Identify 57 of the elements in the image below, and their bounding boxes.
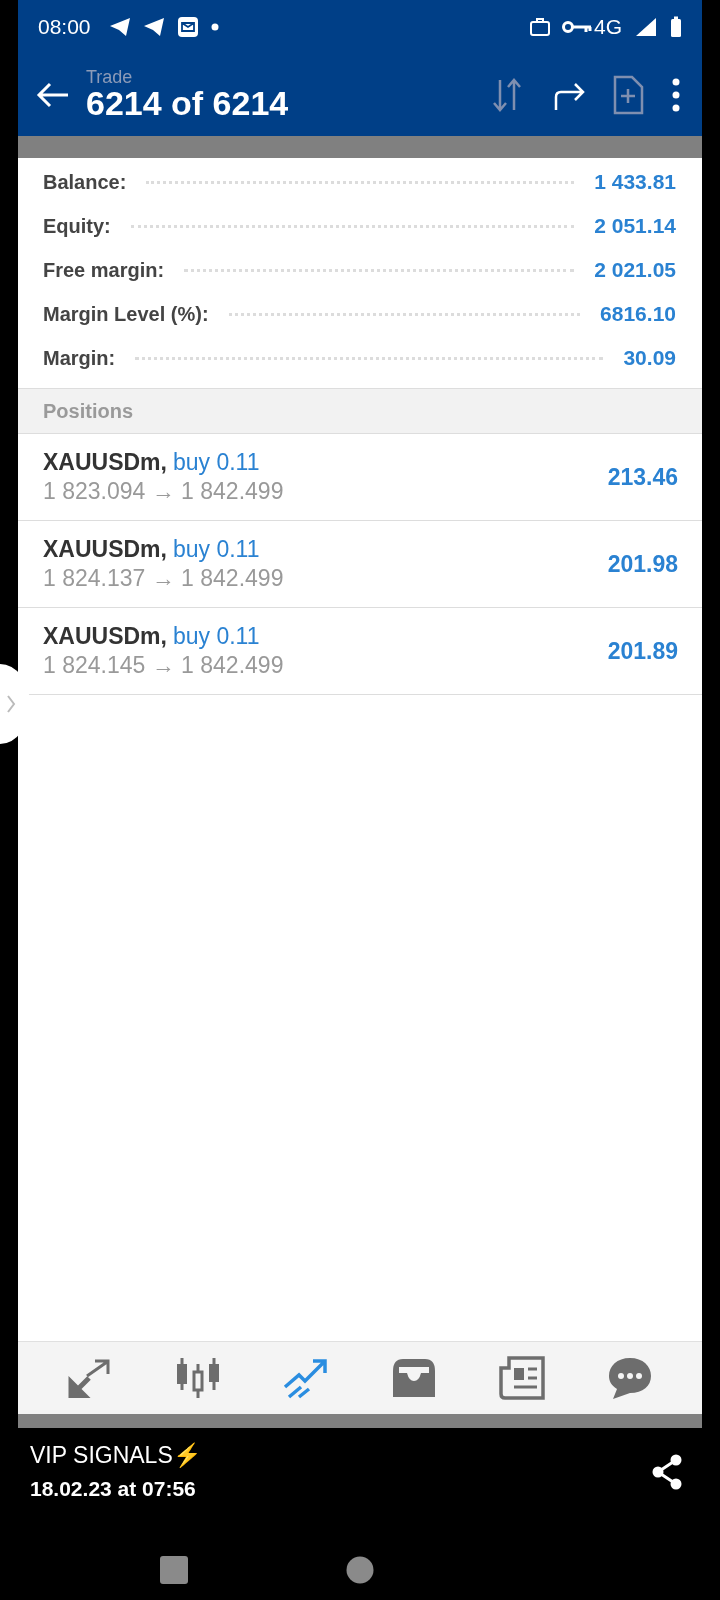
price-range: 1 824.145 → 1 842.499	[43, 652, 285, 679]
position-row[interactable]: XAUUSDm, buy 0.11 1 824.137 → 1 842.499 201.98	[18, 521, 702, 608]
nav-tab[interactable]	[67, 1358, 113, 1398]
nav-tab[interactable]	[391, 1357, 437, 1399]
nav-tab[interactable]	[283, 1357, 329, 1399]
account-value: 2 021.05	[594, 258, 676, 282]
nav-tab[interactable]	[175, 1356, 221, 1400]
account-label: Balance:	[43, 170, 127, 194]
arrows-icon	[67, 1358, 113, 1398]
back-arrow-icon[interactable]	[36, 82, 70, 108]
symbol-label: XAUUSDm,	[43, 536, 167, 563]
trend-icon	[283, 1357, 329, 1399]
account-value: 1 433.81	[594, 170, 676, 194]
symbol-label: XAUUSDm,	[43, 449, 167, 476]
order-side: buy 0.11	[172, 623, 260, 650]
signal-icon	[634, 17, 658, 37]
mail-icon	[176, 16, 199, 38]
account-label: Margin Level (%):	[43, 302, 209, 326]
key-icon	[562, 20, 592, 34]
telegram-icon	[142, 17, 165, 37]
account-label: Margin:	[43, 346, 116, 370]
price-range: 1 823.094 → 1 842.499	[43, 478, 285, 505]
caption-title: VIP SIGNALS⚡	[30, 1442, 203, 1469]
battery-icon	[670, 16, 682, 38]
more-icon[interactable]	[672, 78, 680, 112]
account-value: 30.09	[623, 346, 676, 370]
order-side: buy 0.11	[172, 449, 260, 476]
section-title: Positions	[43, 399, 133, 423]
account-label: Equity:	[43, 214, 111, 238]
nav-tab[interactable]	[607, 1356, 653, 1400]
symbol-label: XAUUSDm,	[43, 623, 167, 650]
price-range: 1 824.137 → 1 842.499	[43, 565, 285, 592]
sort-icon[interactable]	[492, 76, 524, 114]
candlestick-icon	[175, 1356, 221, 1400]
inbox-icon	[391, 1357, 437, 1399]
status-time: 08:00	[38, 15, 91, 39]
network-label: 4G	[594, 15, 622, 39]
profit-value: 201.98	[607, 550, 678, 578]
account-value: 2 051.14	[594, 214, 676, 238]
briefcase-icon	[530, 18, 550, 36]
dot-icon	[210, 23, 219, 31]
account-label: Free margin:	[43, 258, 165, 282]
caption-date: 18.02.23 at 07:56	[30, 1477, 197, 1501]
profit-value: 213.46	[607, 463, 678, 491]
profit-value: 201.89	[607, 637, 678, 665]
order-side: buy 0.11	[172, 536, 260, 563]
recents-button[interactable]	[158, 1555, 189, 1585]
new-document-icon[interactable]	[612, 75, 646, 115]
newspaper-icon	[499, 1356, 545, 1400]
position-row[interactable]: XAUUSDm, buy 0.11 1 823.094 → 1 842.499 213.46	[18, 434, 702, 521]
nav-tab[interactable]	[499, 1356, 545, 1400]
account-value: 6816.10	[600, 302, 676, 326]
telegram-icon	[108, 17, 131, 37]
side-handle[interactable]	[0, 664, 30, 744]
share-icon[interactable]	[650, 1453, 684, 1490]
home-button[interactable]	[346, 1556, 374, 1584]
chat-bubble-icon	[607, 1356, 653, 1400]
